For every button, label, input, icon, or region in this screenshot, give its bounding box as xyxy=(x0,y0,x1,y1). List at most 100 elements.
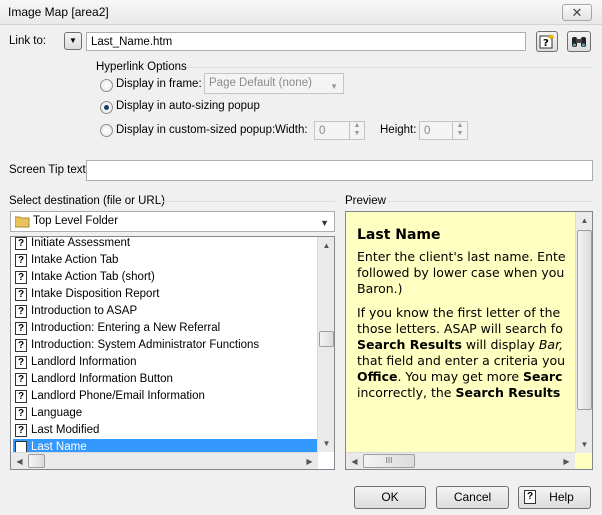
preview-pane: Last Name Enter the client's last name. … xyxy=(345,211,593,470)
new-topic-button[interactable]: ? xyxy=(536,31,558,52)
scroll-right-icon[interactable]: ▶ xyxy=(558,453,575,469)
folder-select[interactable]: Top Level Folder ▼ xyxy=(10,211,335,232)
preview-content: Last Name Enter the client's last name. … xyxy=(357,227,577,409)
preview-paragraph-1: Enter the client's last name. Ente follo… xyxy=(357,249,566,296)
scroll-left-icon[interactable]: ◀ xyxy=(346,453,363,469)
list-item[interactable]: ? Landlord Information Button xyxy=(13,371,318,388)
scroll-left-icon[interactable]: ◀ xyxy=(11,453,28,469)
chevron-down-icon: ▼ xyxy=(330,82,338,91)
scrollbar-thumb[interactable] xyxy=(319,331,334,347)
width-spinner[interactable]: ▲ ▼ xyxy=(349,121,365,140)
preview-horizontal-scrollbar[interactable]: ◀ III ▶ xyxy=(346,452,575,469)
list-item[interactable]: ? Intake Action Tab xyxy=(13,252,318,269)
height-spinner[interactable]: ▲ ▼ xyxy=(452,121,468,140)
close-button[interactable]: ✕ xyxy=(562,4,592,21)
height-input[interactable]: 0 xyxy=(419,121,453,140)
browse-button[interactable] xyxy=(567,31,591,52)
destination-divider xyxy=(159,201,335,202)
list-item-label: Introduction: Entering a New Referral xyxy=(31,322,221,334)
help-button[interactable]: ? Help xyxy=(518,486,591,509)
scroll-down-icon[interactable]: ▼ xyxy=(576,436,592,453)
list-item[interactable]: ? Landlord Information xyxy=(13,354,318,371)
ok-button[interactable]: OK xyxy=(354,486,426,509)
list-item-label: Landlord Information xyxy=(31,356,137,368)
hyperlink-options-legend: Hyperlink Options xyxy=(96,61,187,73)
list-item-label: Language xyxy=(31,407,83,419)
destination-list[interactable]: ? Initiate Assessment? Intake Action Tab? I… xyxy=(10,236,335,470)
list-item[interactable]: ? Language xyxy=(13,405,318,422)
list-item[interactable]: ? Introduction: Entering a New Referral xyxy=(13,320,318,337)
help-topic-icon: ? xyxy=(15,305,27,318)
display-in-frame-radio[interactable] xyxy=(100,79,113,92)
preview-paragraph-2: If you know the first letter of the thos… xyxy=(357,305,566,400)
help-topic-icon: ? xyxy=(15,288,27,301)
help-topic-icon: ? xyxy=(15,237,27,250)
display-custom-popup-radio[interactable] xyxy=(100,124,113,137)
list-item[interactable]: ? Initiate Assessment xyxy=(13,237,318,252)
help-topic-icon: ? xyxy=(15,356,27,369)
screen-tip-label: Screen Tip text: xyxy=(9,164,89,176)
svg-text:?: ? xyxy=(543,38,549,49)
preview-vertical-scrollbar[interactable]: ▲ ▼ xyxy=(575,212,592,453)
list-item[interactable]: ? Intake Action Tab (short) xyxy=(13,269,318,286)
help-label: Help xyxy=(549,490,574,504)
scrollbar-thumb[interactable] xyxy=(577,230,592,410)
destination-label: Select destination (file or URL) xyxy=(9,195,165,207)
list-item-label: Landlord Phone/Email Information xyxy=(31,390,205,402)
help-topic-icon: ? xyxy=(15,407,27,420)
spin-down-icon: ▼ xyxy=(456,130,464,137)
link-to-label: Link to: xyxy=(9,35,47,47)
help-topic-icon: ? xyxy=(15,339,27,352)
list-item[interactable]: ? Intake Disposition Report xyxy=(13,286,318,303)
list-item[interactable]: ? Introduction: System Administrator Func… xyxy=(13,337,318,354)
cancel-button[interactable]: Cancel xyxy=(436,486,509,509)
list-horizontal-scrollbar[interactable]: ◀ ▶ xyxy=(11,452,318,469)
folder-select-value: Top Level Folder xyxy=(33,215,119,227)
spin-up-icon: ▲ xyxy=(456,122,464,129)
list-item-label: Intake Disposition Report xyxy=(31,288,160,300)
spin-up-icon: ▲ xyxy=(353,122,361,129)
help-topic-icon: ? xyxy=(15,424,27,437)
scroll-down-icon[interactable]: ▼ xyxy=(318,435,334,452)
list-item-label: Introduction to ASAP xyxy=(31,305,138,317)
title-bar: Image Map [area2] ✕ xyxy=(0,0,602,25)
display-auto-popup-radio[interactable] xyxy=(100,101,113,114)
chevron-down-icon: ▼ xyxy=(69,36,77,45)
help-topic-icon: ? xyxy=(15,271,27,284)
list-item-label: Introduction: System Administrator Funct… xyxy=(31,339,260,351)
preview-heading: Last Name xyxy=(357,227,441,243)
window-title: Image Map [area2] xyxy=(8,5,109,19)
scroll-right-icon[interactable]: ▶ xyxy=(301,453,318,469)
width-input[interactable]: 0 xyxy=(314,121,350,140)
preview-label: Preview xyxy=(345,195,386,207)
list-item-label: Landlord Information Button xyxy=(31,373,173,385)
link-type-dropdown-button[interactable]: ▼ xyxy=(64,32,82,50)
link-to-input[interactable]: Last_Name.htm xyxy=(86,32,526,51)
preview-divider xyxy=(388,201,593,202)
spin-down-icon: ▼ xyxy=(353,130,361,137)
display-auto-popup-label: Display in auto-sizing popup xyxy=(116,100,260,112)
list-item[interactable]: ? Introduction to ASAP xyxy=(13,303,318,320)
list-item[interactable]: ? Landlord Phone/Email Information xyxy=(13,388,318,405)
scroll-up-icon[interactable]: ▲ xyxy=(576,212,592,229)
scrollbar-thumb[interactable]: III xyxy=(363,454,415,468)
scroll-up-icon[interactable]: ▲ xyxy=(318,237,334,254)
help-topic-icon: ? xyxy=(15,254,27,267)
help-topic-icon: ? xyxy=(15,322,27,335)
width-label: Width: xyxy=(275,124,308,136)
list-vertical-scrollbar[interactable]: ▲ ▼ xyxy=(317,237,334,452)
frame-select[interactable]: Page Default (none) ▼ xyxy=(204,73,344,94)
display-in-frame-label: Display in frame: xyxy=(116,78,202,90)
chevron-down-icon: ▼ xyxy=(320,218,329,228)
help-icon: ? xyxy=(524,490,536,504)
topic-wizard-icon: ? xyxy=(539,34,555,49)
height-label: Height: xyxy=(380,124,417,136)
display-custom-popup-label: Display in custom-sized popup: xyxy=(116,124,276,136)
list-item-label: Intake Action Tab xyxy=(31,254,119,266)
list-item-label: Last Modified xyxy=(31,424,100,436)
screen-tip-input[interactable] xyxy=(86,160,593,181)
list-item-label: Initiate Assessment xyxy=(31,237,131,249)
scrollbar-thumb[interactable] xyxy=(28,454,45,468)
list-item[interactable]: ? Last Modified xyxy=(13,422,318,439)
help-topic-icon: ? xyxy=(15,373,27,386)
